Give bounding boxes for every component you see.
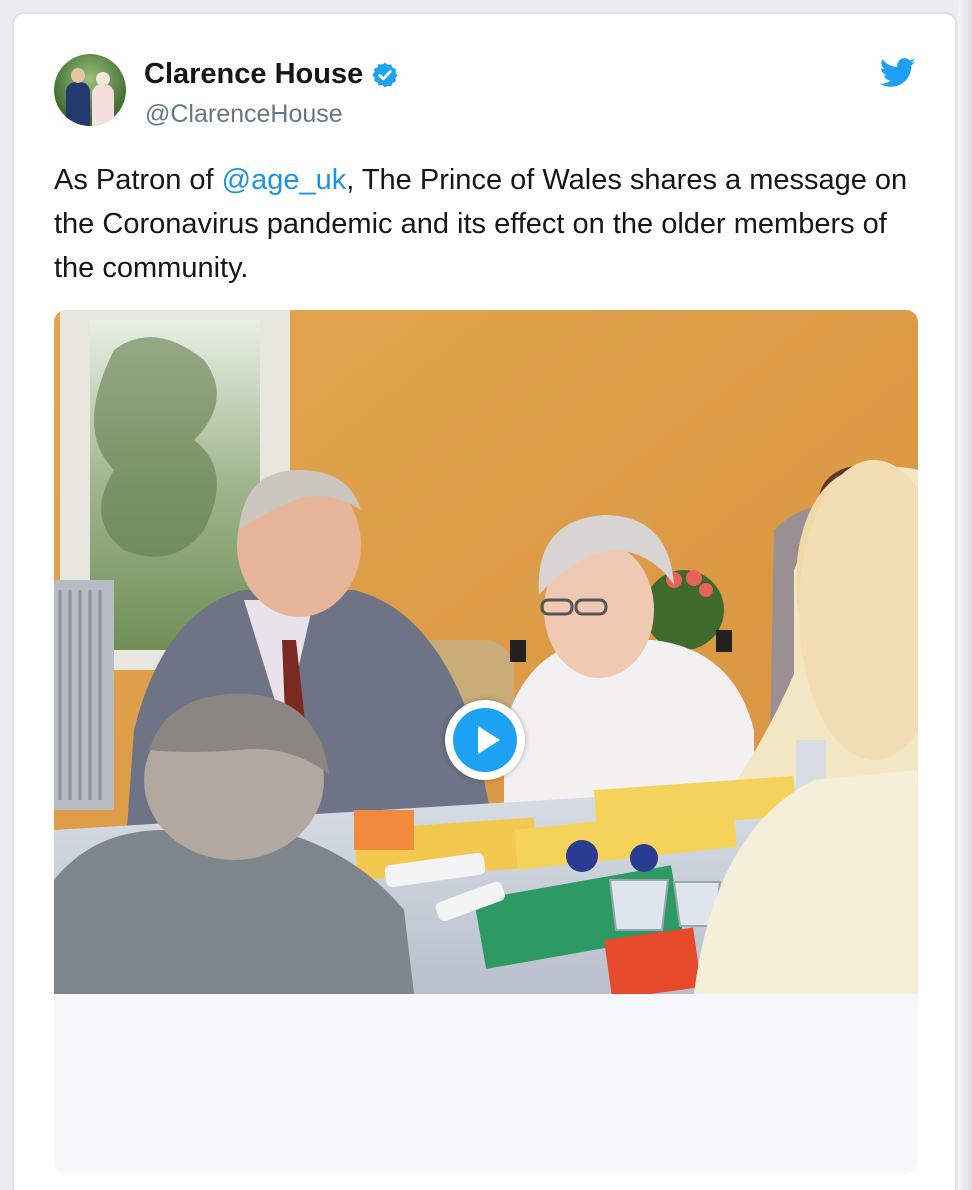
tweet-text: As Patron of @age_uk, The Prince of Wale…	[54, 158, 924, 290]
author-name-text: Clarence House	[144, 58, 364, 90]
tweet-card[interactable]: Clarence House @ClarenceHouse As Patron …	[12, 12, 957, 1190]
author-handle[interactable]: @ClarenceHouse	[145, 100, 343, 129]
twitter-bird-icon[interactable]	[879, 58, 916, 88]
play-icon	[453, 708, 517, 772]
page-edge-shadow	[958, 0, 972, 1190]
author-name[interactable]: Clarence House	[144, 58, 399, 91]
tweet-text-start: As Patron of	[54, 164, 222, 196]
video-thumbnail[interactable]	[54, 310, 918, 994]
video-card-footer	[54, 994, 918, 1174]
avatar[interactable]	[54, 54, 126, 126]
video-player[interactable]	[54, 310, 918, 1174]
play-button[interactable]	[445, 700, 525, 780]
verified-badge-icon	[371, 61, 399, 89]
mention-link[interactable]: @age_uk	[222, 164, 347, 196]
